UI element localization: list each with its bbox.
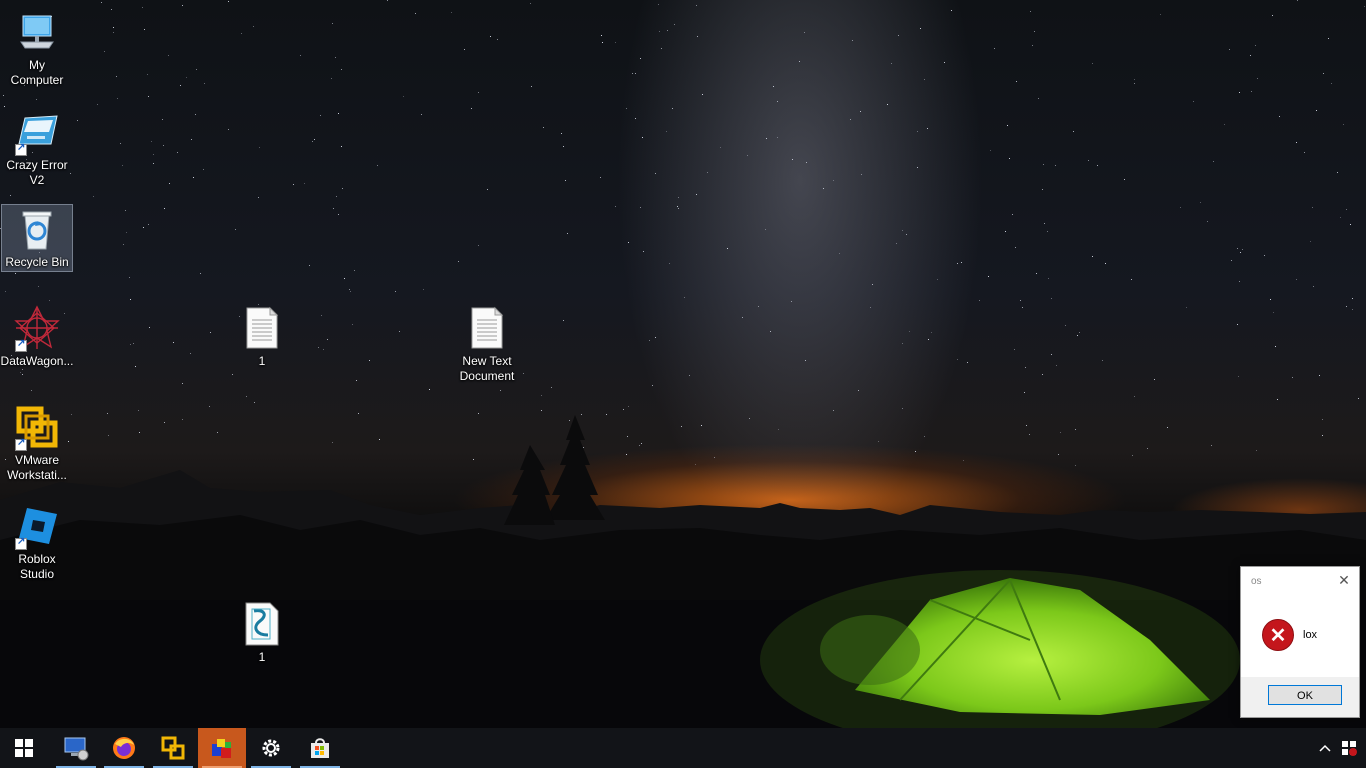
text-document-icon (463, 304, 511, 352)
paint-app-icon (212, 739, 231, 758)
roblox-studio-icon (13, 502, 61, 550)
desktop-icon-label: Crazy Error V2 (6, 158, 68, 187)
message-dialog: os ✕ ✕ lox OK (1240, 566, 1360, 718)
desktop-icon-label: New Text Document (459, 354, 515, 383)
datawagon-icon (13, 304, 61, 352)
security-icon (1342, 741, 1357, 756)
desktop-wallpaper (0, 0, 1366, 728)
desktop-icon-label: Roblox Studio (18, 552, 56, 581)
desktop-icon-script-file-1[interactable]: 1 (227, 600, 297, 665)
recycle-bin-icon (13, 205, 61, 253)
dialog-footer: OK (1241, 677, 1359, 715)
start-button[interactable] (0, 728, 48, 768)
taskbar-app-computer[interactable] (52, 728, 100, 768)
desktop-icon-roblox-studio[interactable]: Roblox Studio (2, 502, 72, 582)
shortcut-arrow-icon (15, 338, 27, 352)
vmware-icon (13, 403, 61, 451)
glowing-tent (760, 570, 1240, 728)
desktop-icon-label: DataWagon... (0, 354, 74, 368)
shortcut-arrow-icon (15, 536, 27, 550)
taskbar-app-store[interactable] (296, 728, 344, 768)
gear-icon (262, 739, 280, 757)
dialog-message: lox (1303, 629, 1318, 641)
vmware-icon (161, 736, 185, 760)
desktop-icon-crazy-error-v2[interactable]: Crazy Error V2 (2, 108, 72, 188)
chevron-up-icon (1319, 744, 1331, 752)
shortcut-arrow-icon (15, 437, 27, 451)
show-hidden-icons-button[interactable] (1314, 728, 1336, 768)
error-icon: ✕ (1262, 619, 1294, 651)
desktop-icon-label: Recycle Bin (5, 255, 69, 269)
dialog-titlebar[interactable]: os ✕ (1241, 567, 1359, 597)
dialog-body: ✕ lox (1241, 597, 1359, 677)
windows-start-icon (15, 739, 33, 757)
desktop-icon-label: My Computer (10, 58, 64, 87)
taskbar-app-paint[interactable] (198, 728, 246, 768)
error-app-icon (13, 108, 61, 156)
desktop-icon-recycle-bin[interactable]: Recycle Bin (1, 204, 73, 272)
taskbar-app-settings[interactable] (247, 728, 295, 768)
desktop-icon-label: 1 (258, 354, 266, 368)
desktop-icon-datawagon[interactable]: DataWagon... (0, 304, 74, 369)
taskbar-app-firefox[interactable] (100, 728, 148, 768)
desktop-icon-vmware-workstation[interactable]: VMware Workstati... (2, 403, 72, 483)
dialog-title: os (1251, 576, 1262, 587)
desktop-icon-my-computer[interactable]: My Computer (2, 8, 72, 88)
taskbar (0, 728, 1366, 768)
desktop-icon-new-text-document[interactable]: New Text Document (452, 304, 522, 384)
desktop-icon-text-file-1[interactable]: 1 (227, 304, 297, 369)
computer-settings-icon (64, 737, 89, 761)
ok-button[interactable]: OK (1268, 685, 1342, 705)
desktop-icon-label: VMware Workstati... (7, 453, 67, 482)
computer-icon (13, 8, 61, 56)
desktop-icon-label: 1 (258, 650, 266, 664)
close-icon[interactable]: ✕ (1337, 573, 1351, 587)
shortcut-arrow-icon (15, 142, 27, 156)
store-icon (311, 738, 329, 758)
security-tray-button[interactable] (1338, 728, 1360, 768)
taskbar-app-vmware[interactable] (149, 728, 197, 768)
script-file-icon (238, 600, 286, 648)
firefox-icon (113, 737, 135, 759)
text-document-icon (238, 304, 286, 352)
